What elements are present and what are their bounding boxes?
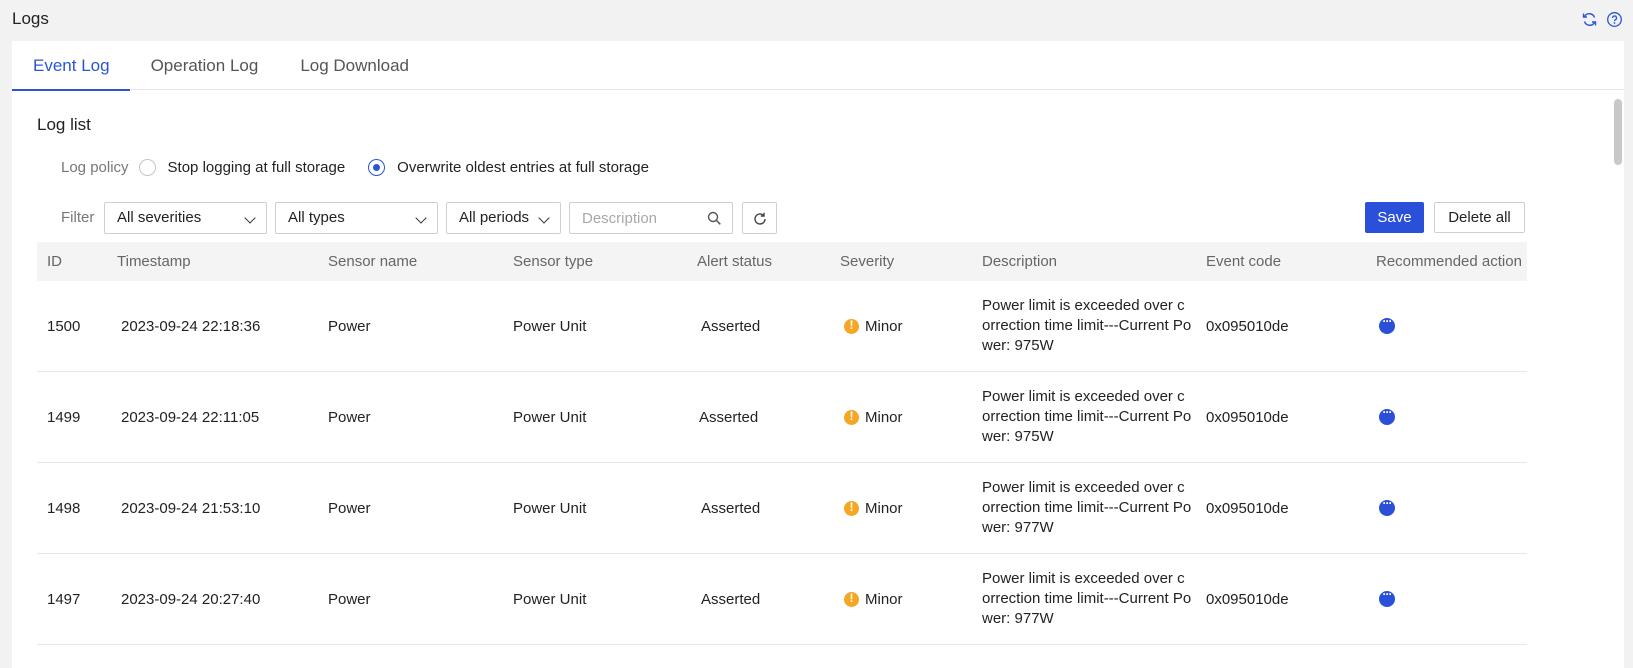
- cell-alert-status: Asserted: [701, 591, 761, 608]
- cell-sensor-type: Power Unit: [513, 591, 587, 608]
- filter-label: Filter: [61, 209, 95, 226]
- page-title: Logs: [12, 9, 49, 28]
- table-header: ID Timestamp Sensor name Sensor type Ale…: [37, 242, 1527, 281]
- cell-timestamp: 2023-09-24 22:18:36: [121, 318, 261, 335]
- cell-severity: Minor: [844, 500, 903, 517]
- type-select[interactable]: All types: [275, 202, 438, 234]
- refresh-icon[interactable]: [1581, 11, 1598, 28]
- scrollbar[interactable]: [1614, 99, 1622, 165]
- cell-sensor-type: Power Unit: [513, 318, 587, 335]
- radio-label: Stop logging at full storage: [167, 159, 346, 176]
- chevron-down-icon: [244, 212, 256, 224]
- chevron-down-icon: [538, 212, 550, 224]
- severity-label: Minor: [865, 500, 903, 517]
- severity-label: Minor: [865, 409, 903, 426]
- more-actions-icon[interactable]: [1379, 314, 1395, 334]
- event-log-table: ID Timestamp Sensor name Sensor type Ale…: [37, 242, 1527, 645]
- cell-timestamp: 2023-09-24 21:53:10: [121, 500, 261, 517]
- refresh-button[interactable]: [742, 202, 777, 234]
- cell-event-code: 0x095010de: [1206, 500, 1289, 517]
- log-policy: Log policy Stop logging at full storage …: [61, 159, 672, 176]
- cell-event-code: 0x095010de: [1206, 318, 1289, 335]
- severity-label: Minor: [865, 318, 903, 335]
- table-row: 1497 2023-09-24 20:27:40 Power Power Uni…: [37, 554, 1527, 645]
- cell-description: Power limit is exceeded over correction …: [982, 479, 1192, 536]
- column-header-description: Description: [982, 253, 1058, 270]
- cell-alert-status: Asserted: [701, 500, 761, 517]
- column-header-event-code: Event code: [1206, 253, 1282, 270]
- type-select-value: All types: [288, 209, 345, 226]
- cell-sensor-name: Power: [328, 318, 371, 335]
- column-header-recommended-action: Recommended action: [1376, 253, 1522, 270]
- column-header-timestamp: Timestamp: [117, 253, 191, 270]
- cell-event-code: 0x095010de: [1206, 409, 1289, 426]
- tab-event-log[interactable]: Event Log: [12, 41, 130, 91]
- cell-description: Power limit is exceeded over correction …: [982, 297, 1192, 354]
- cell-timestamp: 2023-09-24 22:11:05: [121, 409, 260, 426]
- period-select-value: All periods: [459, 209, 530, 226]
- cell-alert-status: Asserted: [699, 409, 759, 426]
- table-row: 1499 2023-09-24 22:11:05 Power Power Uni…: [37, 372, 1527, 463]
- column-header-sensor-name: Sensor name: [328, 253, 418, 270]
- more-actions-icon[interactable]: [1379, 496, 1395, 516]
- table-row: 1500 2023-09-24 22:18:36 Power Power Uni…: [37, 281, 1527, 372]
- cell-timestamp: 2023-09-24 20:27:40: [121, 591, 261, 608]
- radio-label: Overwrite oldest entries at full storage: [397, 159, 649, 176]
- search-input[interactable]: [570, 203, 700, 233]
- cell-severity: Minor: [844, 591, 903, 608]
- cell-sensor-type: Power Unit: [513, 409, 587, 426]
- cell-sensor-name: Power: [328, 591, 371, 608]
- log-policy-label: Log policy: [61, 159, 129, 176]
- section-title: Log list: [37, 115, 91, 134]
- more-actions-icon[interactable]: [1379, 405, 1395, 425]
- cell-id: 1498: [47, 500, 81, 517]
- radio-circle[interactable]: [368, 159, 386, 176]
- help-icon[interactable]: [1606, 11, 1623, 28]
- radio-circle[interactable]: [138, 159, 156, 176]
- table-row: 1498 2023-09-24 21:53:10 Power Power Uni…: [37, 463, 1527, 554]
- content-card: Event Log Operation Log Log Download Log…: [12, 41, 1624, 668]
- period-select[interactable]: All periods: [446, 202, 561, 234]
- radio-stop-logging[interactable]: Stop logging at full storage: [138, 159, 346, 176]
- cell-alert-status: Asserted: [701, 318, 761, 335]
- warning-icon: [844, 500, 859, 516]
- radio-overwrite-oldest[interactable]: Overwrite oldest entries at full storage: [368, 159, 649, 176]
- filter-bar: Filter All severities All types All peri…: [61, 202, 1601, 234]
- refresh-icon: [754, 212, 766, 225]
- delete-all-button[interactable]: Delete all: [1434, 202, 1525, 233]
- cell-id: 1499: [47, 409, 81, 426]
- more-actions-icon[interactable]: [1379, 587, 1395, 607]
- cell-severity: Minor: [844, 409, 903, 426]
- cell-sensor-name: Power: [328, 500, 371, 517]
- cell-description: Power limit is exceeded over correction …: [982, 570, 1192, 627]
- cell-sensor-type: Power Unit: [513, 500, 587, 517]
- column-header-id: ID: [47, 253, 62, 270]
- column-header-sensor-type: Sensor type: [513, 253, 594, 270]
- column-header-alert-status: Alert status: [697, 253, 773, 270]
- warning-icon: [844, 409, 859, 425]
- cell-severity: Minor: [844, 318, 903, 335]
- severity-select[interactable]: All severities: [104, 202, 267, 234]
- warning-icon: [844, 591, 859, 607]
- tab-bar: Event Log Operation Log Log Download: [12, 41, 1624, 91]
- tab-log-download[interactable]: Log Download: [279, 41, 430, 90]
- cell-description: Power limit is exceeded over correction …: [982, 388, 1192, 445]
- cell-sensor-name: Power: [328, 409, 371, 426]
- cell-id: 1497: [47, 591, 81, 608]
- page-header: Logs: [0, 0, 1633, 40]
- save-button[interactable]: Save: [1365, 202, 1424, 233]
- severity-select-value: All severities: [117, 209, 202, 226]
- search-icon[interactable]: [707, 211, 722, 226]
- description-search[interactable]: [569, 202, 733, 234]
- severity-label: Minor: [865, 591, 903, 608]
- chevron-down-icon: [415, 212, 427, 224]
- column-header-severity: Severity: [840, 253, 895, 270]
- warning-icon: [844, 318, 859, 334]
- cell-id: 1500: [47, 318, 81, 335]
- tab-operation-log[interactable]: Operation Log: [130, 41, 280, 90]
- cell-event-code: 0x095010de: [1206, 591, 1289, 608]
